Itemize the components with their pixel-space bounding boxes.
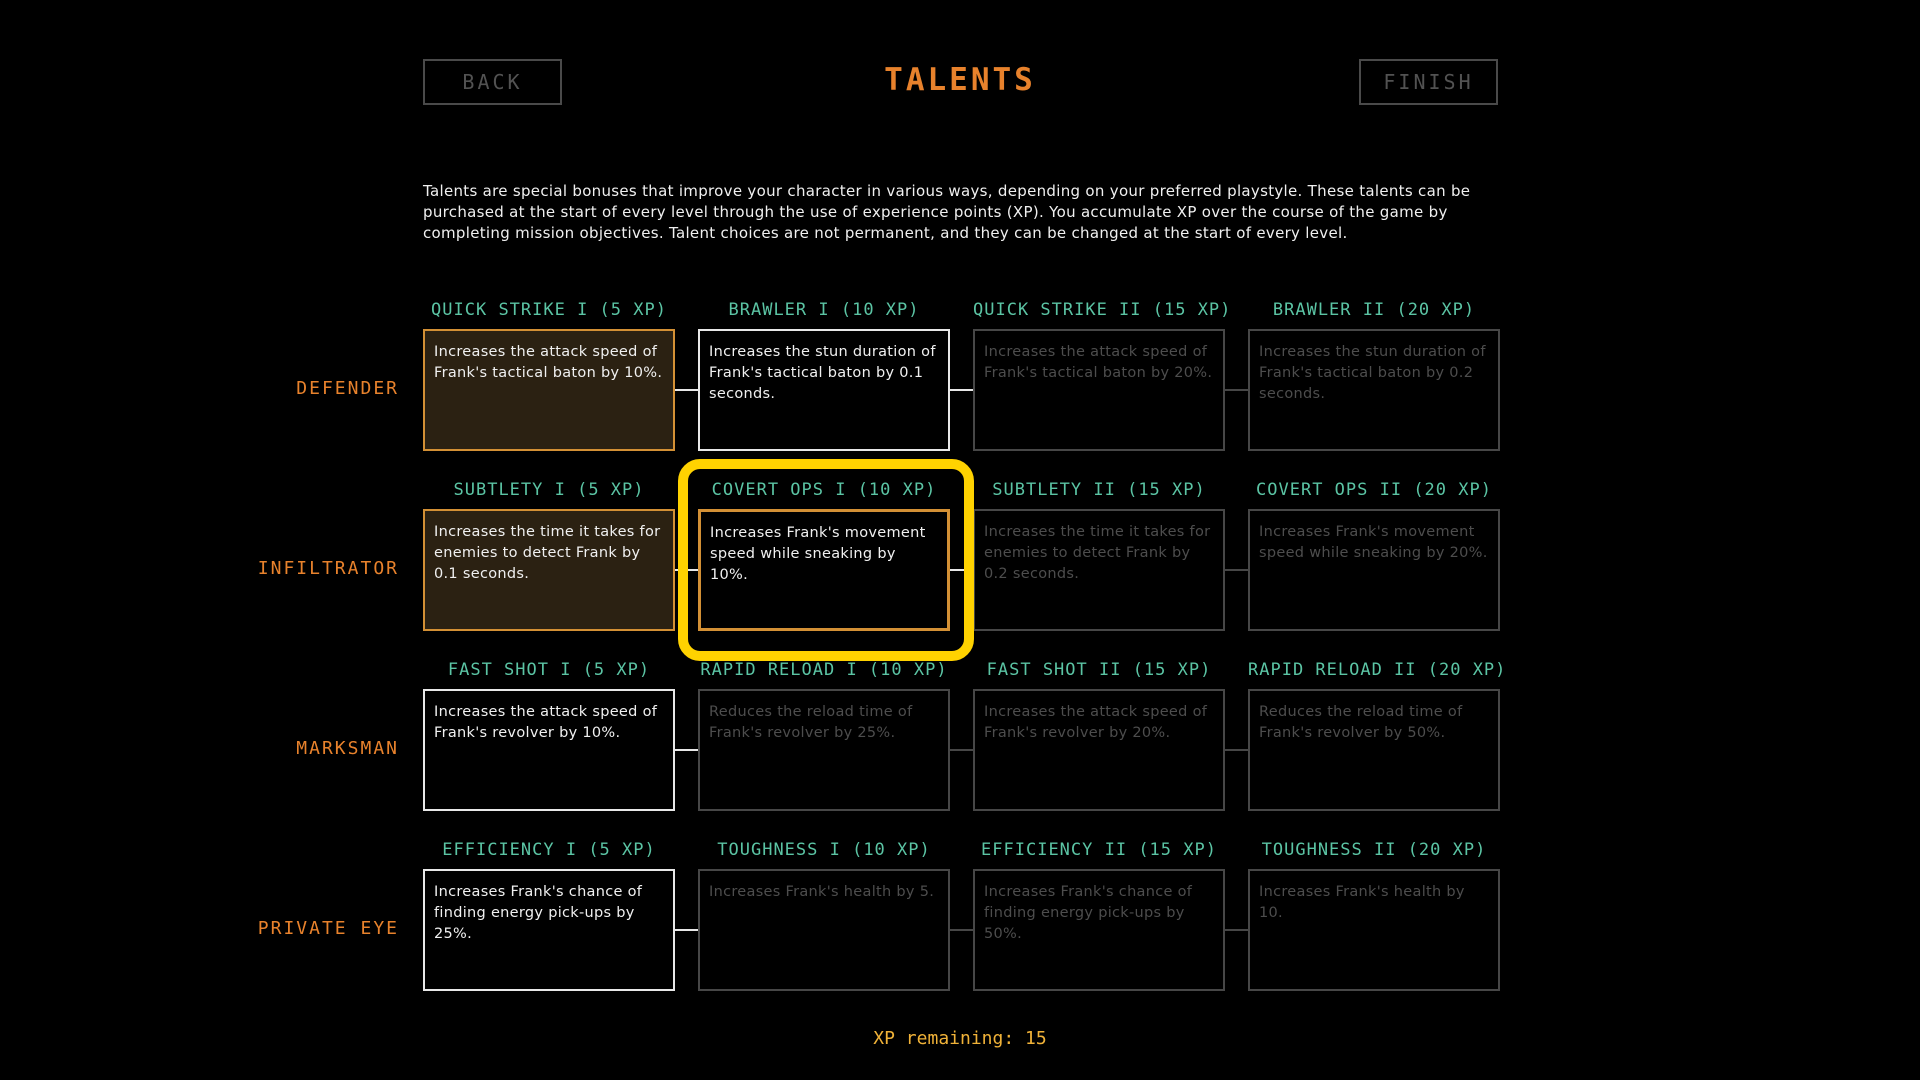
talent-title: COVERT OPS II (20 XP) xyxy=(1256,480,1492,500)
talent-title: BRAWLER I (10 XP) xyxy=(728,300,920,320)
talent-title: FAST SHOT I (5 XP) xyxy=(447,660,651,680)
talent-title: SUBTLETY II (15 XP) xyxy=(992,480,1206,500)
finish-button[interactable]: FINISH xyxy=(1359,59,1498,105)
talent-card[interactable]: Increases the stun duration of Frank's t… xyxy=(698,329,950,451)
talent-card[interactable]: Increases the attack speed of Frank's ta… xyxy=(973,329,1225,451)
talent-card[interactable]: Reduces the reload time of Frank's revol… xyxy=(698,689,950,811)
talent-connector xyxy=(950,569,973,571)
talent-title: COVERT OPS I (10 XP) xyxy=(711,480,937,500)
talent-card[interactable]: Increases Frank's health by 10. xyxy=(1248,869,1500,991)
talent-card[interactable]: Increases Frank's chance of finding ener… xyxy=(973,869,1225,991)
talent-connector xyxy=(675,929,698,931)
talent-connector xyxy=(675,389,698,391)
talent-title: SUBTLETY I (5 XP) xyxy=(453,480,645,500)
page-title: TALENTS xyxy=(884,62,1036,98)
talent-connector xyxy=(1225,929,1248,931)
talent-title: RAPID RELOAD II (20 XP) xyxy=(1248,660,1507,680)
row-label-defender: DEFENDER xyxy=(296,378,399,399)
talent-title: EFFICIENCY II (15 XP) xyxy=(981,840,1217,860)
talents-screen: BACK TALENTS FINISH Talents are special … xyxy=(0,0,1920,1080)
talent-title: QUICK STRIKE I (5 XP) xyxy=(431,300,667,320)
talent-card[interactable]: Increases the time it takes for enemies … xyxy=(973,509,1225,631)
talent-title: EFFICIENCY I (5 XP) xyxy=(442,840,656,860)
talent-connector xyxy=(675,749,698,751)
talents-description: Talents are special bonuses that improve… xyxy=(423,182,1471,242)
talent-card[interactable]: Increases Frank's health by 5. xyxy=(698,869,950,991)
talent-connector xyxy=(950,749,973,751)
xp-remaining: XP remaining: 15 xyxy=(873,1028,1047,1049)
talent-connector xyxy=(1225,569,1248,571)
talent-connector xyxy=(675,569,698,571)
talent-title: TOUGHNESS I (10 XP) xyxy=(717,840,931,860)
talent-connector xyxy=(1225,389,1248,391)
talent-title: TOUGHNESS II (20 XP) xyxy=(1261,840,1487,860)
talent-connector xyxy=(950,929,973,931)
row-label-infiltrator: INFILTRATOR xyxy=(257,558,399,579)
back-button[interactable]: BACK xyxy=(423,59,562,105)
talent-card[interactable]: Increases Frank's chance of finding ener… xyxy=(423,869,675,991)
row-label-marksman: MARKSMAN xyxy=(296,738,399,759)
talent-card[interactable]: Increases Frank's movement speed while s… xyxy=(698,509,950,631)
talent-title: FAST SHOT II (15 XP) xyxy=(986,660,1212,680)
talent-card[interactable]: Increases the stun duration of Frank's t… xyxy=(1248,329,1500,451)
talent-connector xyxy=(1225,749,1248,751)
talent-card[interactable]: Increases the time it takes for enemies … xyxy=(423,509,675,631)
talent-card[interactable]: Increases Frank's movement speed while s… xyxy=(1248,509,1500,631)
talent-title: RAPID RELOAD I (10 XP) xyxy=(700,660,948,680)
talent-card[interactable]: Increases the attack speed of Frank's re… xyxy=(973,689,1225,811)
talent-card[interactable]: Reduces the reload time of Frank's revol… xyxy=(1248,689,1500,811)
row-label-private-eye: PRIVATE EYE xyxy=(257,918,399,939)
talent-title: BRAWLER II (20 XP) xyxy=(1272,300,1476,320)
talent-connector xyxy=(950,389,973,391)
talent-card[interactable]: Increases the attack speed of Frank's ta… xyxy=(423,329,675,451)
talent-card[interactable]: Increases the attack speed of Frank's re… xyxy=(423,689,675,811)
talent-title: QUICK STRIKE II (15 XP) xyxy=(973,300,1232,320)
